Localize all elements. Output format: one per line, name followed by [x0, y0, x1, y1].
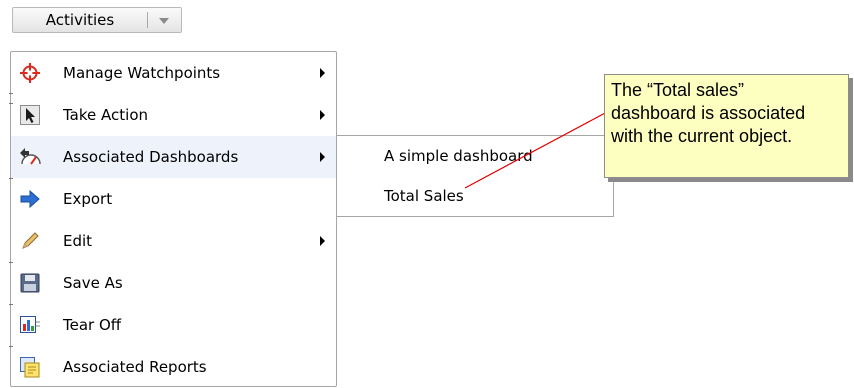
activities-button[interactable]: Activities: [12, 7, 182, 33]
activities-menu: Manage Watchpoints Take Action Associate…: [9, 51, 337, 388]
submenu-arrow-icon: [320, 236, 325, 246]
menu-item-label: Tear Off: [63, 316, 122, 334]
callout-note: The “Total sales” dashboard is associate…: [604, 74, 849, 178]
menu-item-label: Manage Watchpoints: [63, 64, 221, 82]
menu-item-label: Save As: [63, 274, 123, 292]
floppy-icon: [20, 273, 40, 293]
menu-item-manage-watchpoints[interactable]: Manage Watchpoints: [11, 52, 336, 94]
menu-item-tear-off[interactable]: Tear Off: [11, 304, 336, 346]
menu-item-save-as[interactable]: Save As: [11, 262, 336, 304]
submenu-item-total-sales[interactable]: Total Sales: [337, 176, 613, 216]
submenu-item-a-simple-dashboard[interactable]: A simple dashboard: [337, 136, 613, 176]
dashboard-link-icon: [20, 148, 41, 165]
pencil-icon: [22, 232, 39, 249]
callout-line: dashboard is associated: [611, 103, 806, 123]
cursor-icon: [20, 105, 40, 125]
crosshair-icon: [20, 63, 40, 83]
export-arrow-icon: [20, 189, 40, 209]
menu-item-label: Edit: [63, 232, 93, 250]
submenu-arrow-icon: [320, 110, 325, 120]
associated-dashboards-submenu: A simple dashboard Total Sales: [336, 135, 614, 217]
menu-item-edit[interactable]: Edit: [11, 220, 336, 262]
button-separator: [147, 12, 148, 28]
menu-item-label: Export: [63, 190, 113, 208]
callout-line: The “Total sales”: [611, 80, 745, 100]
menu-item-export[interactable]: Export: [11, 178, 336, 220]
menu-item-take-action[interactable]: Take Action: [11, 94, 336, 136]
menu-item-associated-reports[interactable]: Associated Reports: [11, 346, 336, 388]
submenu-arrow-icon: [320, 68, 325, 78]
chevron-down-icon[interactable]: [159, 18, 169, 24]
submenu-item-label: Total Sales: [384, 187, 464, 205]
submenu-arrow-icon: [320, 152, 325, 162]
menu-item-associated-dashboards[interactable]: Associated Dashboards: [11, 136, 336, 178]
activities-button-label: Activities: [45, 11, 115, 29]
submenu-item-label: A simple dashboard: [384, 147, 533, 165]
callout-line: with the current object.: [611, 126, 793, 146]
menu-item-label: Associated Reports: [63, 358, 207, 376]
menu-item-label: Associated Dashboards: [63, 148, 239, 166]
menu-item-label: Take Action: [63, 106, 148, 124]
tear-off-chart-icon: [20, 316, 40, 333]
reports-icon: [20, 357, 40, 378]
